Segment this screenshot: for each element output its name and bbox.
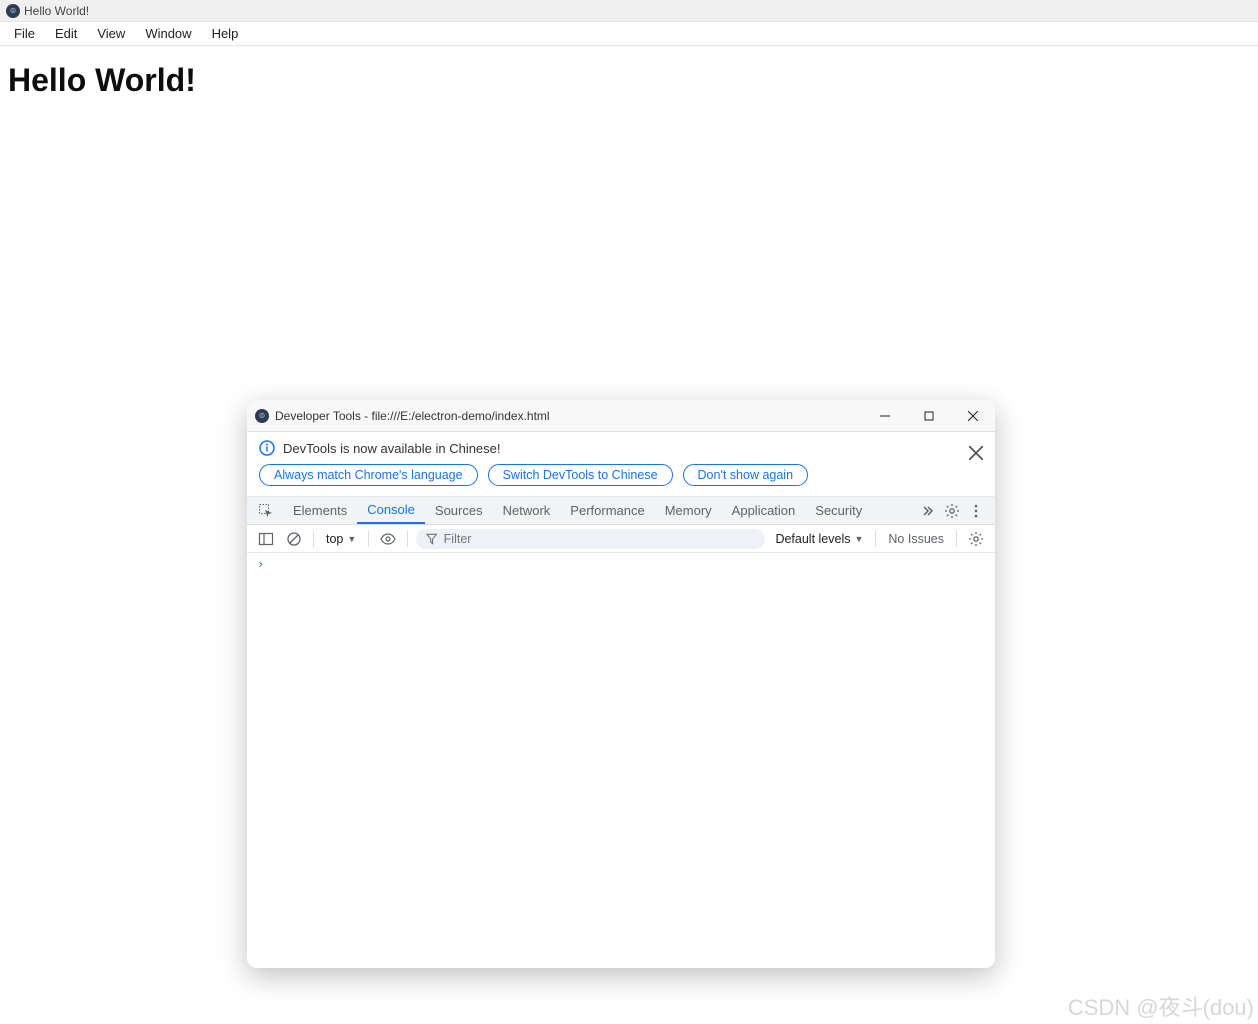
menu-help[interactable]: Help [202, 23, 249, 44]
minimize-icon [880, 411, 890, 421]
filter-icon [426, 533, 437, 545]
more-options-button[interactable] [965, 500, 987, 522]
menu-file[interactable]: File [4, 23, 45, 44]
maximize-button[interactable] [907, 400, 951, 432]
menu-view[interactable]: View [87, 23, 135, 44]
tab-memory[interactable]: Memory [655, 497, 722, 524]
inspect-element-button[interactable] [255, 500, 277, 522]
info-icon [259, 440, 275, 456]
tab-elements[interactable]: Elements [283, 497, 357, 524]
close-icon [968, 411, 978, 421]
separator [407, 531, 408, 547]
separator [875, 531, 876, 547]
separator [313, 531, 314, 547]
sidebar-icon [258, 531, 274, 547]
maximize-icon [924, 411, 934, 421]
filter-wrap[interactable] [416, 529, 765, 549]
minimize-button[interactable] [863, 400, 907, 432]
settings-button[interactable] [941, 500, 963, 522]
chevron-down-icon: ▼ [854, 534, 863, 544]
menu-edit[interactable]: Edit [45, 23, 87, 44]
console-body[interactable]: › [247, 553, 995, 968]
separator [368, 531, 369, 547]
devtools-tabs: Elements Console Sources Network Perform… [283, 497, 872, 524]
live-expression-button[interactable] [377, 528, 399, 550]
log-levels-selector[interactable]: Default levels ▼ [771, 532, 867, 546]
console-settings-button[interactable] [965, 528, 987, 550]
info-bar: DevTools is now available in Chinese! Al… [247, 432, 995, 497]
page-content: Hello World! [0, 46, 1258, 115]
chevrons-right-icon [920, 503, 936, 519]
info-message: DevTools is now available in Chinese! [283, 441, 501, 456]
tabs-bar: Elements Console Sources Network Perform… [247, 497, 995, 525]
toggle-sidebar-button[interactable] [255, 528, 277, 550]
gear-icon [968, 531, 984, 547]
filter-input[interactable] [444, 532, 756, 546]
separator [956, 531, 957, 547]
inspect-icon [258, 503, 274, 519]
window-title: Hello World! [24, 4, 89, 18]
clear-console-button[interactable] [283, 528, 305, 550]
tab-application[interactable]: Application [722, 497, 806, 524]
info-close-button[interactable] [969, 446, 983, 460]
clear-icon [286, 531, 302, 547]
kebab-icon [968, 503, 984, 519]
close-icon [969, 446, 983, 460]
console-prompt-icon: › [257, 557, 264, 571]
tab-sources[interactable]: Sources [425, 497, 493, 524]
levels-label: Default levels [775, 532, 850, 546]
menu-window[interactable]: Window [135, 23, 201, 44]
main-titlebar: ⊚ Hello World! [0, 0, 1258, 22]
tab-network[interactable]: Network [493, 497, 561, 524]
devtools-titlebar[interactable]: ⊚ Developer Tools - file:///E:/electron-… [247, 400, 995, 432]
menubar: File Edit View Window Help [0, 22, 1258, 46]
chevron-down-icon: ▼ [347, 534, 356, 544]
context-label: top [326, 532, 343, 546]
switch-to-chinese-button[interactable]: Switch DevTools to Chinese [488, 464, 673, 486]
always-match-button[interactable]: Always match Chrome's language [259, 464, 478, 486]
tab-console[interactable]: Console [357, 497, 425, 524]
gear-icon [944, 503, 960, 519]
context-selector[interactable]: top ▼ [322, 532, 360, 546]
issues-button[interactable]: No Issues [884, 532, 948, 546]
more-tabs-button[interactable] [917, 500, 939, 522]
app-icon: ⊚ [6, 4, 20, 18]
tab-performance[interactable]: Performance [560, 497, 654, 524]
page-heading: Hello World! [8, 62, 1250, 99]
tab-security[interactable]: Security [805, 497, 872, 524]
close-button[interactable] [951, 400, 995, 432]
console-toolbar: top ▼ Default levels ▼ No Issues [247, 525, 995, 553]
devtools-title: Developer Tools - file:///E:/electron-de… [275, 409, 550, 423]
watermark: CSDN @夜斗(dou) [1068, 990, 1254, 1022]
dont-show-again-button[interactable]: Don't show again [683, 464, 809, 486]
devtools-icon: ⊚ [255, 409, 269, 423]
devtools-window: ⊚ Developer Tools - file:///E:/electron-… [247, 400, 995, 968]
eye-icon [380, 531, 396, 547]
